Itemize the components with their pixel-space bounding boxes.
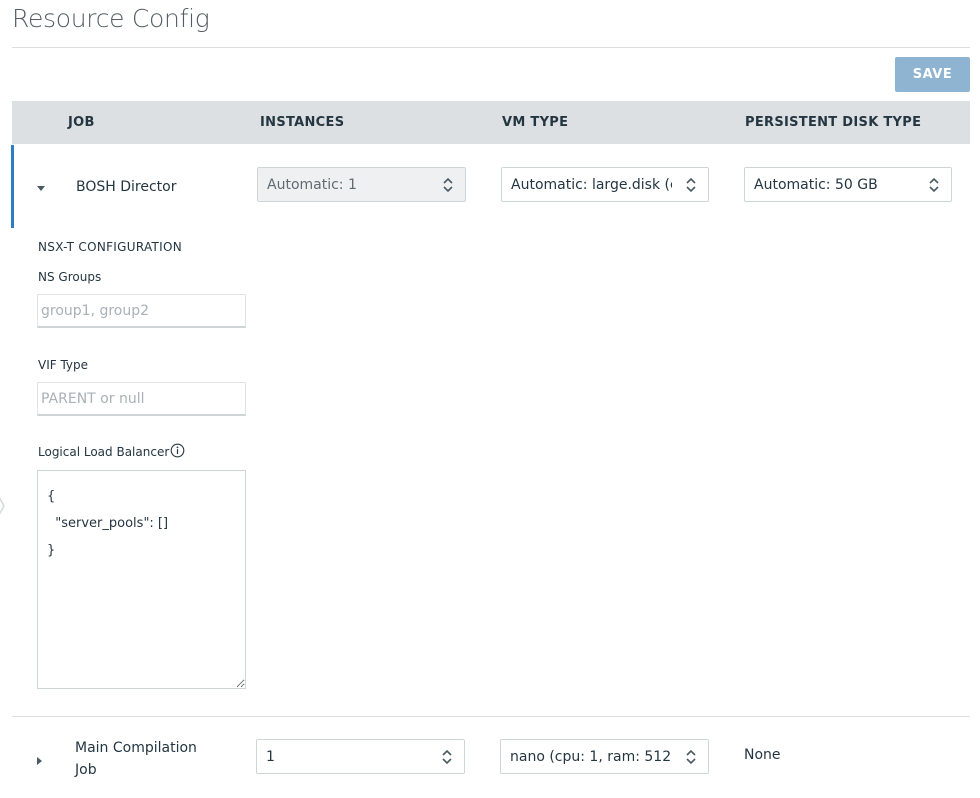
expand-chevron-icon[interactable] <box>37 757 42 765</box>
select-updown-icon <box>442 749 452 765</box>
header-job: JOB <box>68 115 95 130</box>
select-updown-icon <box>929 177 939 193</box>
select-updown-icon <box>686 177 696 193</box>
disk-type-value-main-compilation: None <box>744 747 781 763</box>
vm-type-select-bosh-director[interactable]: Automatic: large.disk (cpu <box>501 167 709 202</box>
logical-load-balancer-label: Logical Load Balancer <box>38 445 170 459</box>
ns-groups-input[interactable] <box>37 294 246 328</box>
job-name-main-compilation: Main Compilation Job <box>75 737 197 781</box>
page-title: Resource Config <box>12 4 210 33</box>
row-active-indicator <box>11 145 14 228</box>
job-name-bosh-director: BOSH Director <box>76 179 177 195</box>
job-name-line2: Job <box>75 762 97 778</box>
disk-type-value: Automatic: 50 GB <box>754 176 878 193</box>
select-updown-icon <box>443 177 453 193</box>
vif-type-input[interactable] <box>37 382 246 416</box>
header-persistent-disk-type: PERSISTENT DISK TYPE <box>745 115 922 130</box>
select-updown-icon <box>686 749 696 765</box>
row-divider <box>12 716 970 717</box>
table-header: JOB INSTANCES VM TYPE PERSISTENT DISK TY… <box>12 101 970 144</box>
logical-load-balancer-textarea[interactable] <box>37 470 246 689</box>
instances-value: 1 <box>266 748 275 765</box>
disk-type-select-bosh-director[interactable]: Automatic: 50 GB <box>744 167 952 202</box>
header-instances: INSTANCES <box>260 115 345 130</box>
info-circle-icon[interactable] <box>170 443 185 458</box>
title-divider <box>12 47 970 48</box>
ns-groups-label: NS Groups <box>38 270 102 284</box>
job-name-line1: Main Compilation <box>75 740 197 756</box>
save-button[interactable]: SAVE <box>895 57 970 92</box>
instances-select-bosh-director: Automatic: 1 <box>257 167 466 202</box>
vif-type-label: VIF Type <box>38 358 89 372</box>
nsxt-section-title: NSX-T CONFIGURATION <box>38 240 183 254</box>
vm-type-value: nano (cpu: 1, ram: 512 MB <box>510 748 672 765</box>
instances-select-main-compilation[interactable]: 1 <box>256 739 465 774</box>
left-edge-handle-icon <box>0 497 5 515</box>
collapse-chevron-icon[interactable] <box>37 186 45 191</box>
header-vm-type: VM TYPE <box>502 115 569 130</box>
instances-value: Automatic: 1 <box>267 176 357 193</box>
vm-type-select-main-compilation[interactable]: nano (cpu: 1, ram: 512 MB <box>500 739 709 774</box>
vm-type-value: Automatic: large.disk (cpu <box>511 176 672 193</box>
